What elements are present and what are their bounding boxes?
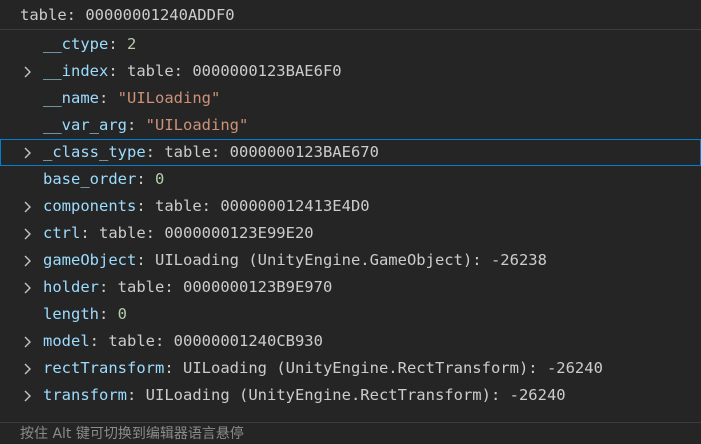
name-value-separator: : <box>136 170 155 188</box>
variable-name: transform <box>43 386 127 404</box>
variable-value: table: 000000012413E4D0 <box>155 197 370 215</box>
variable-name: components <box>43 197 137 215</box>
chevron-right-icon[interactable] <box>20 220 36 247</box>
variable-name: base_order <box>43 170 137 188</box>
variable-value: UILoading (UnityEngine.RectTransform): -… <box>183 359 603 377</box>
variable-value: table: 0000000123B9E970 <box>117 278 333 296</box>
chevron-right-icon[interactable] <box>20 58 36 85</box>
name-value-separator: : <box>99 89 118 107</box>
tree-row-base-order[interactable]: base_order: 0 <box>0 166 701 193</box>
name-value-separator: : <box>99 305 118 323</box>
name-value-separator: : <box>145 143 165 161</box>
variable-name: gameObject <box>43 251 137 269</box>
variable-value: "UILoading" <box>145 116 249 134</box>
name-value-separator: : <box>164 359 183 377</box>
variable-name: rectTransform <box>43 359 165 377</box>
name-value-separator: : <box>136 197 155 215</box>
tree-row-components[interactable]: components: table: 000000012413E4D0 <box>0 193 701 220</box>
chevron-right-icon[interactable] <box>20 247 36 274</box>
name-value-separator: : <box>108 35 127 53</box>
variable-value: UILoading (UnityEngine.RectTransform): -… <box>145 386 566 404</box>
tree-row-index[interactable]: __index: table: 0000000123BAE6F0 <box>0 58 701 85</box>
variable-value: "UILoading" <box>117 89 221 107</box>
tree-row-class-type[interactable]: _class_type: table: 0000000123BAE670 <box>0 139 701 166</box>
tree-row-recttransform[interactable]: rectTransform: UILoading (UnityEngine.Re… <box>0 355 701 382</box>
tree-row-holder[interactable]: holder: table: 0000000123B9E970 <box>0 274 701 301</box>
tree-row-ctype[interactable]: __ctype: 2 <box>0 31 701 58</box>
variable-name: length <box>43 305 99 323</box>
chevron-right-icon[interactable] <box>20 139 36 166</box>
variable-value: table: 00000001240CB930 <box>108 332 323 350</box>
tree-row-model[interactable]: model: table: 00000001240CB930 <box>0 328 701 355</box>
debug-hover-widget: table: 00000001240ADDF0 __ctype: 2 __inde… <box>0 0 701 444</box>
variable-name: _class_type <box>43 143 146 161</box>
tree-row-transform[interactable]: transform: UILoading (UnityEngine.RectTr… <box>0 382 701 409</box>
tree-row-gameobject[interactable]: gameObject: UILoading (UnityEngine.GameO… <box>0 247 701 274</box>
tree-row-var-arg[interactable]: __var_arg: "UILoading" <box>0 112 701 139</box>
variable-value: table: 0000000123BAE670 <box>164 143 379 161</box>
variable-name: __var_arg <box>43 116 127 134</box>
variable-value: UILoading (UnityEngine.GameObject): -262… <box>155 251 547 269</box>
name-value-separator: : <box>99 278 118 296</box>
variable-name: __name <box>43 89 99 107</box>
name-value-separator: : <box>80 224 99 242</box>
variable-value: 0 <box>155 170 165 188</box>
variable-name: ctrl <box>43 224 81 242</box>
variable-value: table: 0000000123E99E20 <box>99 224 314 242</box>
variable-tree: __ctype: 2 __index: table: 0000000123BAE6… <box>0 30 701 409</box>
chevron-right-icon[interactable] <box>20 274 36 301</box>
name-value-separator: : <box>108 62 127 80</box>
variable-value: 0 <box>117 305 128 323</box>
chevron-right-icon[interactable] <box>20 193 36 220</box>
tree-row-name[interactable]: __name: "UILoading" <box>0 85 701 112</box>
variable-value: 2 <box>127 35 137 53</box>
variable-name: holder <box>43 278 99 296</box>
chevron-right-icon[interactable] <box>20 382 36 409</box>
hover-status-hint: 按住 Alt 键可切换到编辑器语言悬停 <box>0 422 701 444</box>
variable-value: table: 0000000123BAE6F0 <box>127 62 342 80</box>
name-value-separator: : <box>127 116 146 134</box>
name-value-separator: : <box>136 251 155 269</box>
chevron-right-icon[interactable] <box>20 355 36 382</box>
hover-title: table: 00000001240ADDF0 <box>0 0 701 30</box>
chevron-right-icon[interactable] <box>20 328 36 355</box>
tree-row-ctrl[interactable]: ctrl: table: 0000000123E99E20 <box>0 220 701 247</box>
name-value-separator: : <box>127 386 146 404</box>
variable-name: __index <box>43 62 109 80</box>
name-value-separator: : <box>89 332 109 350</box>
tree-row-length[interactable]: length: 0 <box>0 301 701 328</box>
variable-name: __ctype <box>43 35 109 53</box>
variable-name: model <box>43 332 90 350</box>
